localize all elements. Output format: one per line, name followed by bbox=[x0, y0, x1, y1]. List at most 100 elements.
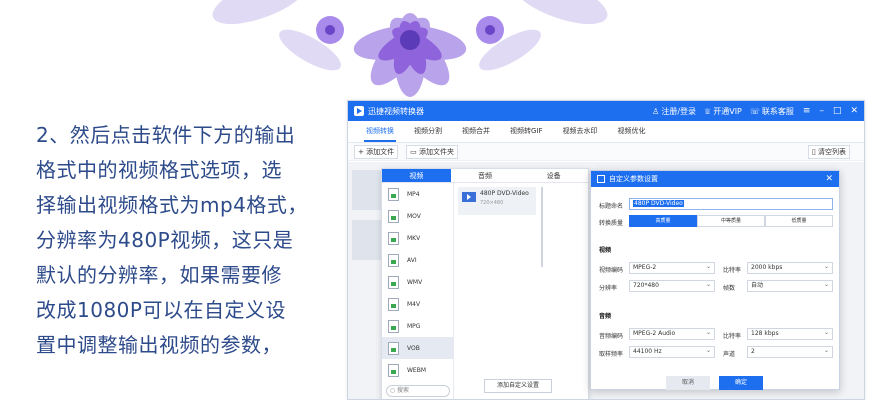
format-item-wmv[interactable]: WMV bbox=[382, 271, 453, 293]
format-item-avi[interactable]: AVI bbox=[382, 249, 453, 271]
add-folder-button[interactable]: ▭ 添加文件夹 bbox=[406, 144, 458, 159]
video-file-icon bbox=[388, 341, 399, 355]
format-label: AVI bbox=[407, 256, 417, 264]
headset-icon: ☏ bbox=[749, 106, 760, 116]
article-line: 2、然后点击软件下方的输出 bbox=[36, 123, 296, 147]
audio-codec-value: MPEG-2 Audio bbox=[633, 330, 676, 337]
file-thumbnail bbox=[352, 170, 382, 210]
close-icon[interactable]: ✕ bbox=[850, 106, 858, 116]
plus-icon: + bbox=[358, 147, 364, 156]
quality-low-option[interactable]: 低质量 bbox=[765, 215, 833, 227]
add-folder-label: 添加文件夹 bbox=[418, 147, 454, 156]
title-input[interactable]: 480P DVD-Video bbox=[629, 198, 833, 210]
audio-bitrate-value: 128 kbps bbox=[751, 330, 779, 337]
video-file-icon bbox=[388, 187, 399, 201]
file-thumbnail bbox=[352, 220, 382, 260]
video-file-icon bbox=[388, 231, 399, 245]
support-button[interactable]: ☏ 联系客服 bbox=[750, 106, 794, 117]
tab-video-convert[interactable]: 视频转换 bbox=[356, 126, 404, 142]
format-item-mpg[interactable]: MPG bbox=[382, 315, 453, 337]
tab-audio-formats[interactable]: 音频 bbox=[451, 169, 520, 182]
channel-value: 2 bbox=[751, 348, 755, 355]
audio-bitrate-select[interactable]: 128 kbps bbox=[747, 328, 833, 340]
sample-rate-select[interactable]: 44100 Hz bbox=[629, 346, 715, 358]
add-file-label: 添加文件 bbox=[366, 147, 395, 156]
tab-video-formats[interactable]: 视频 bbox=[382, 169, 451, 182]
format-item-mkv[interactable]: MKV bbox=[382, 227, 453, 249]
output-format-panel: 视频 音频 设备 MP4 MOV MKV AVI WMV M4V MPG VOB… bbox=[381, 168, 589, 399]
function-tabs: 视频转换 视频分割 视频合并 视频转GIF 视频去水印 视频优化 bbox=[348, 121, 864, 143]
video-codec-select[interactable]: MPEG-2 bbox=[629, 262, 715, 274]
format-label: VOB bbox=[407, 344, 420, 352]
format-label: MKV bbox=[407, 234, 421, 242]
dialog-close-icon[interactable]: ✕ bbox=[825, 174, 833, 184]
menu-icon[interactable]: ≡ bbox=[803, 106, 811, 116]
format-item-mov[interactable]: MOV bbox=[382, 205, 453, 227]
app-window: 迅捷视频转换器 ♙ 注册/登录 ♕ 开通VIP ☏ 联系客服 ≡ – □ ✕ 视频转换… bbox=[347, 100, 865, 400]
fps-label: 帧数 bbox=[723, 285, 736, 292]
settings-icon bbox=[597, 175, 605, 183]
title-value: 480P DVD-Video bbox=[633, 200, 684, 207]
article-line: 默认的分辨率，如果需要修 bbox=[36, 263, 282, 287]
tab-video-split[interactable]: 视频分割 bbox=[404, 126, 452, 142]
video-file-icon bbox=[388, 275, 399, 289]
tab-watermark[interactable]: 视频去水印 bbox=[553, 126, 608, 142]
article-line: 置中调整输出视频的参数， bbox=[36, 333, 282, 357]
video-file-icon bbox=[388, 363, 399, 377]
tab-optimize[interactable]: 视频优化 bbox=[608, 126, 656, 142]
audio-codec-label: 音频编码 bbox=[599, 333, 624, 340]
article-line: 格式中的视频格式选项，选 bbox=[36, 158, 282, 182]
quality-label: 转换质量 bbox=[599, 220, 624, 227]
audio-codec-select[interactable]: MPEG-2 Audio bbox=[629, 328, 715, 340]
resolution-label: 分辨率 bbox=[599, 285, 618, 292]
article-line: 分辨率为480P视频，这只是 bbox=[36, 228, 294, 252]
format-item-m4v[interactable]: M4V bbox=[382, 293, 453, 315]
tab-device-formats[interactable]: 设备 bbox=[519, 169, 588, 182]
dialog-title-bar: 自定义参数设置 ✕ bbox=[591, 171, 839, 187]
bitrate-value: 2000 kbps bbox=[751, 264, 783, 271]
tab-video-merge[interactable]: 视频合并 bbox=[452, 126, 500, 142]
audio-section-title: 音频 bbox=[599, 313, 612, 320]
minimize-icon[interactable]: – bbox=[819, 106, 824, 116]
fps-value: 自动 bbox=[751, 282, 764, 289]
format-item-webm[interactable]: WEBM bbox=[382, 359, 453, 381]
app-title: 迅捷视频转换器 bbox=[368, 106, 424, 116]
vip-button[interactable]: ♕ 开通VIP bbox=[704, 106, 742, 117]
format-label: MP4 bbox=[407, 190, 420, 198]
format-item-mp4[interactable]: MP4 bbox=[382, 183, 453, 205]
trash-icon: ▯ bbox=[811, 147, 816, 156]
title-label: 标题命名 bbox=[599, 203, 624, 210]
bitrate-select[interactable]: 2000 kbps bbox=[747, 262, 833, 274]
title-bar: 迅捷视频转换器 ♙ 注册/登录 ♕ 开通VIP ☏ 联系客服 ≡ – □ ✕ bbox=[348, 101, 864, 121]
format-label: MOV bbox=[407, 212, 421, 220]
format-label: WMV bbox=[407, 278, 423, 286]
quality-medium-option[interactable]: 中等质量 bbox=[697, 215, 765, 227]
quality-high-option[interactable]: 高质量 bbox=[629, 215, 697, 227]
format-search-input[interactable]: 搜索 bbox=[386, 385, 450, 397]
preset-item[interactable]: 480P DVD-Video 720×480 bbox=[458, 187, 536, 215]
folder-icon: ▭ bbox=[410, 147, 417, 156]
fps-select[interactable]: 自动 bbox=[747, 280, 833, 292]
resolution-select[interactable]: 720*480 bbox=[629, 280, 715, 292]
dialog-title: 自定义参数设置 bbox=[609, 175, 658, 183]
user-icon: ♙ bbox=[652, 106, 660, 116]
channel-select[interactable]: 2 bbox=[747, 346, 833, 358]
clear-list-button[interactable]: ▯ 清空列表 bbox=[807, 144, 850, 159]
article-text: 2、然后点击软件下方的输出 格式中的视频格式选项，选 择输出视频格式为mp4格式… bbox=[36, 118, 336, 363]
format-label: WEBM bbox=[407, 366, 427, 374]
cancel-button[interactable]: 取消 bbox=[666, 376, 710, 390]
preset-scrollbar[interactable] bbox=[541, 187, 543, 267]
crown-icon: ♕ bbox=[704, 106, 712, 116]
confirm-button[interactable]: 确定 bbox=[719, 376, 763, 390]
clear-list-label: 清空列表 bbox=[818, 147, 846, 156]
format-list: MP4 MOV MKV AVI WMV M4V MPG VOB WEBM 搜索 bbox=[382, 183, 454, 399]
preset-size: 720×480 bbox=[480, 200, 504, 206]
video-file-icon bbox=[388, 253, 399, 267]
add-file-button[interactable]: + 添加文件 bbox=[354, 144, 399, 159]
format-tabs: 视频 音频 设备 bbox=[382, 169, 588, 183]
login-button[interactable]: ♙ 注册/登录 bbox=[652, 106, 696, 117]
add-custom-setting-button[interactable]: 添加自定义设置 bbox=[484, 379, 552, 393]
tab-video-gif[interactable]: 视频转GIF bbox=[500, 126, 553, 142]
format-item-vob[interactable]: VOB bbox=[382, 337, 453, 359]
maximize-icon[interactable]: □ bbox=[833, 106, 842, 116]
